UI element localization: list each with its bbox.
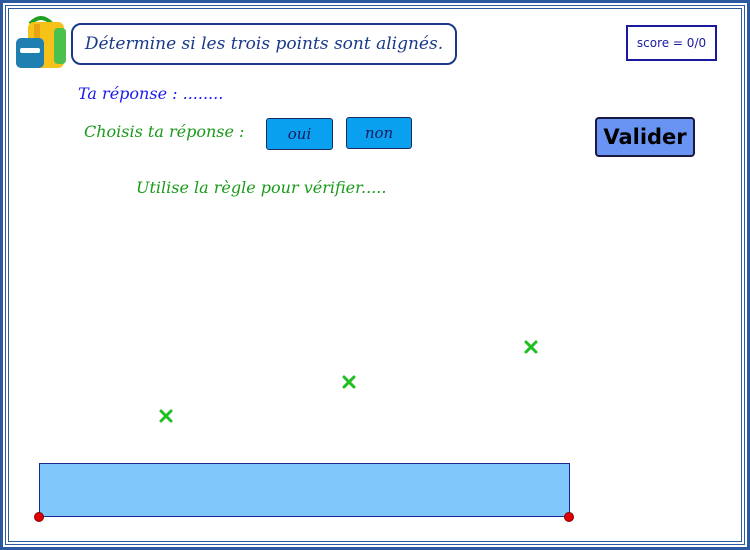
instruction-text: Détermine si les trois points sont align… [84,34,444,54]
answer-label: Ta réponse : [78,84,178,103]
validate-button[interactable]: Valider [595,117,695,157]
oui-button[interactable]: oui [266,118,333,150]
school-bag-icon [16,16,66,68]
instruction-box: Détermine si les trois points sont align… [71,23,457,65]
point-cross-icon [524,340,538,354]
ruler-handle-right[interactable] [564,512,574,522]
non-button[interactable]: non [346,117,412,149]
ruler-handle-left[interactable] [34,512,44,522]
choose-label: Choisis ta réponse : [84,122,245,141]
score-box: score = 0/0 [626,25,717,61]
hint-text: Utilise la règle pour vérifier..... [136,178,387,197]
ruler[interactable] [39,463,570,517]
score-text: score = 0/0 [636,36,707,50]
point-cross-icon [159,409,173,423]
answer-line: Ta réponse : ........ [78,84,223,103]
point-cross-icon [342,375,356,389]
answer-value: ........ [182,84,224,103]
